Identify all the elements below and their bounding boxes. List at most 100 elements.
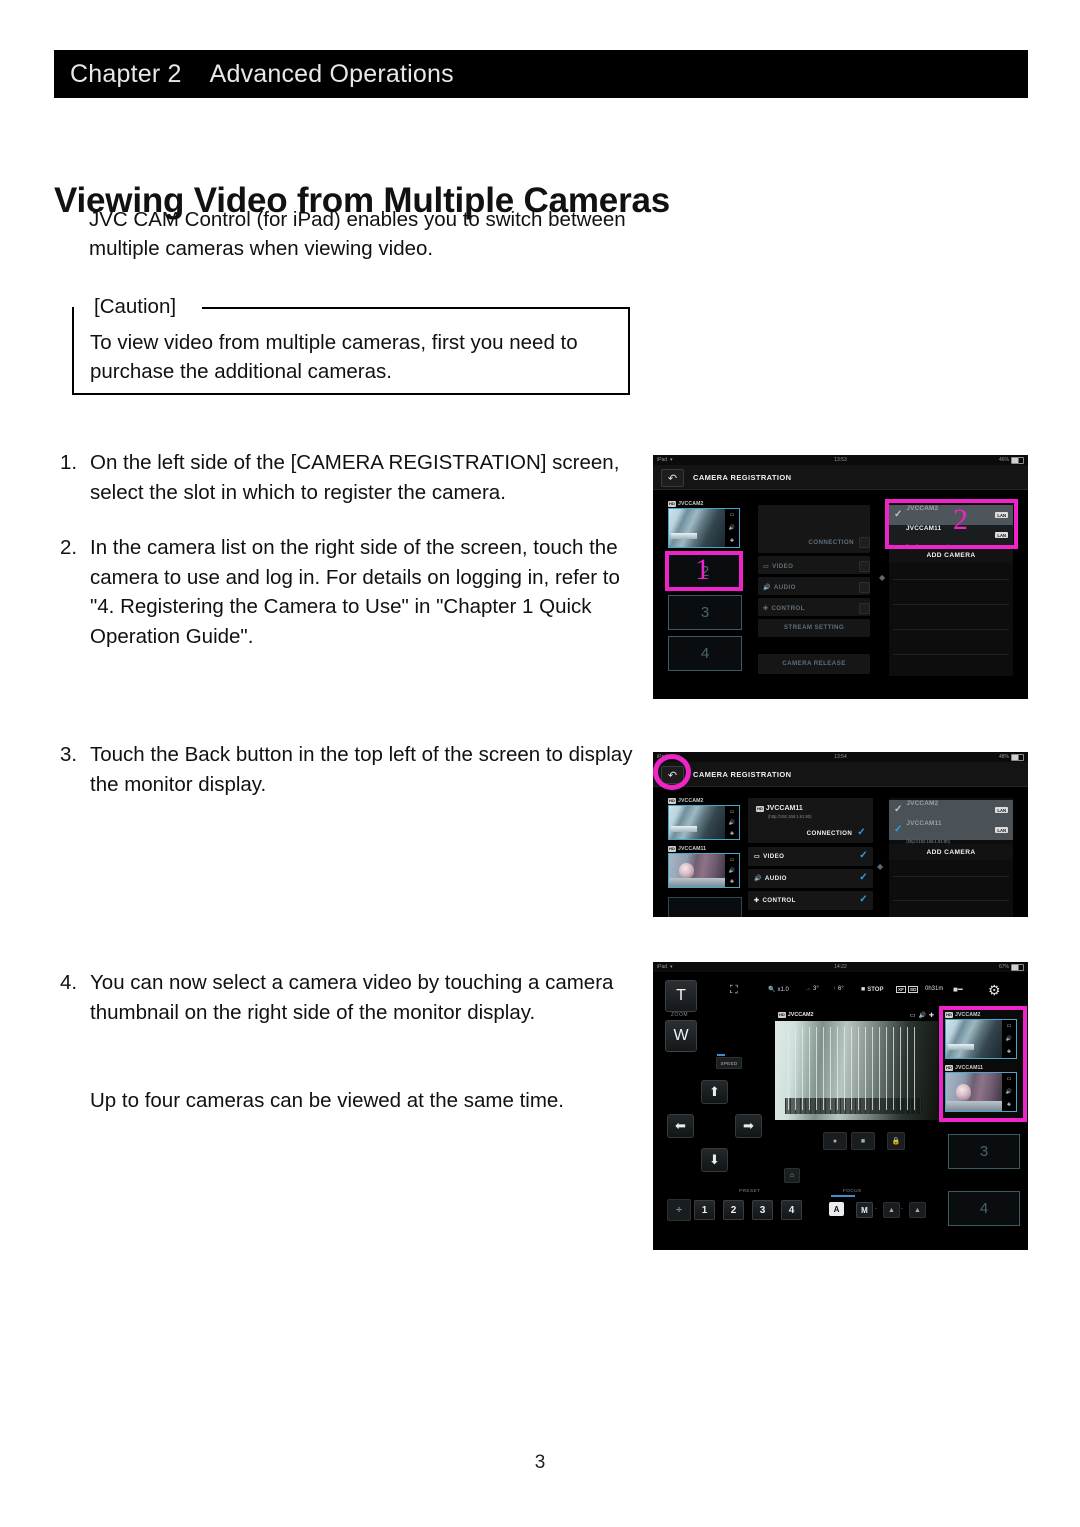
shot3-pan-readout: → 3° — [805, 986, 819, 992]
page-number: 3 — [534, 1452, 546, 1473]
focus-far-icon[interactable]: ▲ — [909, 1202, 926, 1218]
shot1-list-divider-1 — [893, 579, 1009, 580]
video-icon: ▭ — [909, 1013, 916, 1019]
record-button[interactable]: ● — [823, 1132, 847, 1150]
shot1-nav-title: CAMERA REGISTRATION — [693, 472, 792, 482]
pan-up-button[interactable]: ⬆ — [701, 1080, 728, 1104]
screenshot-camera-registration-2: iPad ▾ 13:54 48% ↶ CAMERA REGISTRATION H… — [653, 752, 1028, 917]
preset-button-4[interactable]: 4 — [781, 1200, 802, 1220]
shot1-thumb-frame[interactable]: ▭ 🔊 ✚ — [668, 508, 740, 548]
step-3: 3. Touch the Back button in the top left… — [60, 740, 635, 799]
shot1-row-stream-setting[interactable]: STREAM SETTING — [758, 624, 870, 631]
shot2-add-camera-button[interactable]: ADD CAMERA — [889, 844, 1013, 860]
shot2-thumb-1-image — [669, 854, 725, 887]
focus-indicator-bar — [831, 1195, 855, 1197]
audio-icon: 🔊 — [918, 1013, 926, 1019]
shot2-selected-camera-header: HD JVCCAM11 — [756, 805, 803, 812]
gear-icon[interactable]: ⚙ — [988, 982, 1001, 999]
shot2-list-divider-1 — [893, 876, 1009, 877]
lock-icon[interactable]: 🔒 — [887, 1132, 905, 1150]
speed-slider-fill[interactable] — [717, 1054, 725, 1056]
shot3-quality-badge: XF — [896, 986, 906, 993]
shot3-zoom-value: x1.0 — [777, 986, 789, 993]
step-3-number: 3. — [60, 743, 78, 766]
shot1-row-audio[interactable]: 🔊 AUDIO — [763, 582, 870, 593]
panel-collapse-icon[interactable]: ◆ — [879, 573, 885, 582]
focus-auto-button[interactable]: A — [829, 1202, 844, 1216]
preset-button-2[interactable]: 2 — [723, 1200, 744, 1220]
shot2-clock: 13:54 — [834, 754, 847, 760]
focus-dash-1: - — [875, 1206, 877, 1212]
pan-home-button[interactable]: ✛ — [667, 1199, 691, 1221]
shot3-slot-3[interactable]: 3 — [948, 1134, 1020, 1169]
caution-text: To view video from multiple cameras, fir… — [90, 331, 578, 383]
back-arrow-icon[interactable]: ↶ — [661, 469, 684, 487]
preset-button-1[interactable]: 1 — [694, 1200, 715, 1220]
shot3-slot-4-number: 4 — [979, 1200, 989, 1217]
pan-down-button[interactable]: ⬇ — [701, 1148, 728, 1172]
shot2-thumb-1-frame[interactable]: ▭ 🔊 ✚ — [668, 853, 740, 888]
pan-right-button[interactable]: ➡ — [735, 1114, 762, 1138]
shot1-registered-thumb[interactable]: HD JVCCAM2 ▭ 🔊 ✚ — [668, 501, 740, 548]
shot1-list-divider-4 — [893, 654, 1009, 655]
speed-indicator[interactable]: SPEED — [716, 1057, 742, 1069]
step-2-number: 2. — [60, 536, 78, 559]
caution-label: [Caution] — [90, 294, 181, 320]
step-4-note: Up to four cameras can be viewed at the … — [90, 1089, 565, 1112]
focus-near-icon[interactable]: ▲ — [883, 1202, 900, 1218]
shot1-connection-checkbox[interactable] — [859, 537, 870, 548]
shot2-thumb-0-label: HD JVCCAM2 — [668, 798, 740, 804]
home-preset-icon[interactable]: ⌂ — [784, 1168, 800, 1183]
focus-manual-button[interactable]: M — [856, 1202, 873, 1218]
shot2-camera-row-1[interactable]: ✓ JVCCAM11 (http://192.168.1.91:80) LAN — [889, 820, 1013, 844]
shot2-thumb-1-side-icons: ▭ 🔊 ✚ — [725, 854, 739, 887]
shot2-slot-empty[interactable] — [668, 897, 742, 917]
shot1-row-connection[interactable]: CONNECTION — [758, 537, 870, 548]
battery-icon: ■━ — [953, 985, 963, 994]
hd-badge-icon: HD — [668, 798, 676, 804]
control-icon: ✚ — [763, 606, 769, 612]
zoom-wide-button[interactable]: W — [665, 1020, 697, 1052]
shot1-row-video[interactable]: ▭ VIDEO — [763, 561, 870, 572]
shot2-row-video[interactable]: ▭ VIDEO ✓ — [754, 851, 868, 861]
shot2-row-connection[interactable]: CONNECTION ✓ — [748, 828, 866, 838]
pan-left-button[interactable]: ⬅ — [667, 1114, 694, 1138]
shot1-audio-checkbox[interactable] — [859, 582, 870, 593]
shot2-status-bar: iPad ▾ 13:54 48% — [653, 752, 1028, 762]
shot1-row-camera-release[interactable]: CAMERA RELEASE — [758, 660, 870, 667]
snapshot-button[interactable]: ■ — [851, 1132, 875, 1150]
step-4-text: You can now select a camera video by tou… — [90, 971, 614, 1024]
shot3-fullscreen-toggle[interactable]: ⛶ — [730, 984, 738, 997]
shot2-nav-title: CAMERA REGISTRATION — [693, 769, 792, 779]
step-1: 1. On the left side of the [CAMERA REGIS… — [60, 448, 635, 507]
audio-icon: 🔊 — [728, 867, 736, 874]
panel-collapse-icon[interactable]: ◆ — [877, 862, 883, 871]
main-video-panel[interactable]: HD JVCCAM2 ▭ 🔊 ✚ — [775, 1010, 938, 1120]
audio-icon: 🔊 — [728, 819, 736, 826]
shot2-camera-1-name: JVCCAM11 — [906, 820, 942, 827]
focus-label: FOCUS — [843, 1188, 862, 1193]
control-icon: ✚ — [754, 897, 760, 904]
shot3-slot-4[interactable]: 4 — [948, 1191, 1020, 1226]
shot2-row-audio[interactable]: 🔊 AUDIO ✓ — [754, 873, 868, 883]
shot2-thumb-0-frame[interactable]: ▭ 🔊 ✚ — [668, 805, 740, 840]
shot1-add-camera-button[interactable]: ADD CAMERA — [889, 547, 1013, 563]
zoom-tele-button[interactable]: T — [665, 980, 697, 1012]
shot2-row-control[interactable]: ✚ CONTROL ✓ — [754, 894, 868, 905]
shot1-row-control[interactable]: ✚ CONTROL — [763, 603, 870, 614]
shot3-media-badge: SD — [908, 986, 919, 993]
shot1-slot-3[interactable]: 3 — [668, 595, 742, 630]
main-video-icons[interactable]: ▭ 🔊 ✚ — [910, 1012, 934, 1019]
shot2-thumb-1[interactable]: HD JVCCAM11 ▭ 🔊 ✚ — [668, 846, 740, 888]
shot2-list-divider-2 — [893, 900, 1009, 901]
shot2-thumb-0-image — [669, 806, 725, 839]
shot1-slot-4[interactable]: 4 — [668, 636, 742, 671]
shot1-control-checkbox[interactable] — [859, 603, 870, 614]
expand-arrows-icon: ⛶ — [730, 984, 738, 996]
shot2-thumb-0[interactable]: HD JVCCAM2 ▭ 🔊 ✚ — [668, 798, 740, 840]
step-1-number: 1. — [60, 451, 78, 474]
shot1-video-checkbox[interactable] — [859, 561, 870, 572]
control-icon: ✚ — [729, 878, 735, 885]
preset-button-3[interactable]: 3 — [752, 1200, 773, 1220]
checkmark-icon: ✓ — [859, 894, 868, 905]
